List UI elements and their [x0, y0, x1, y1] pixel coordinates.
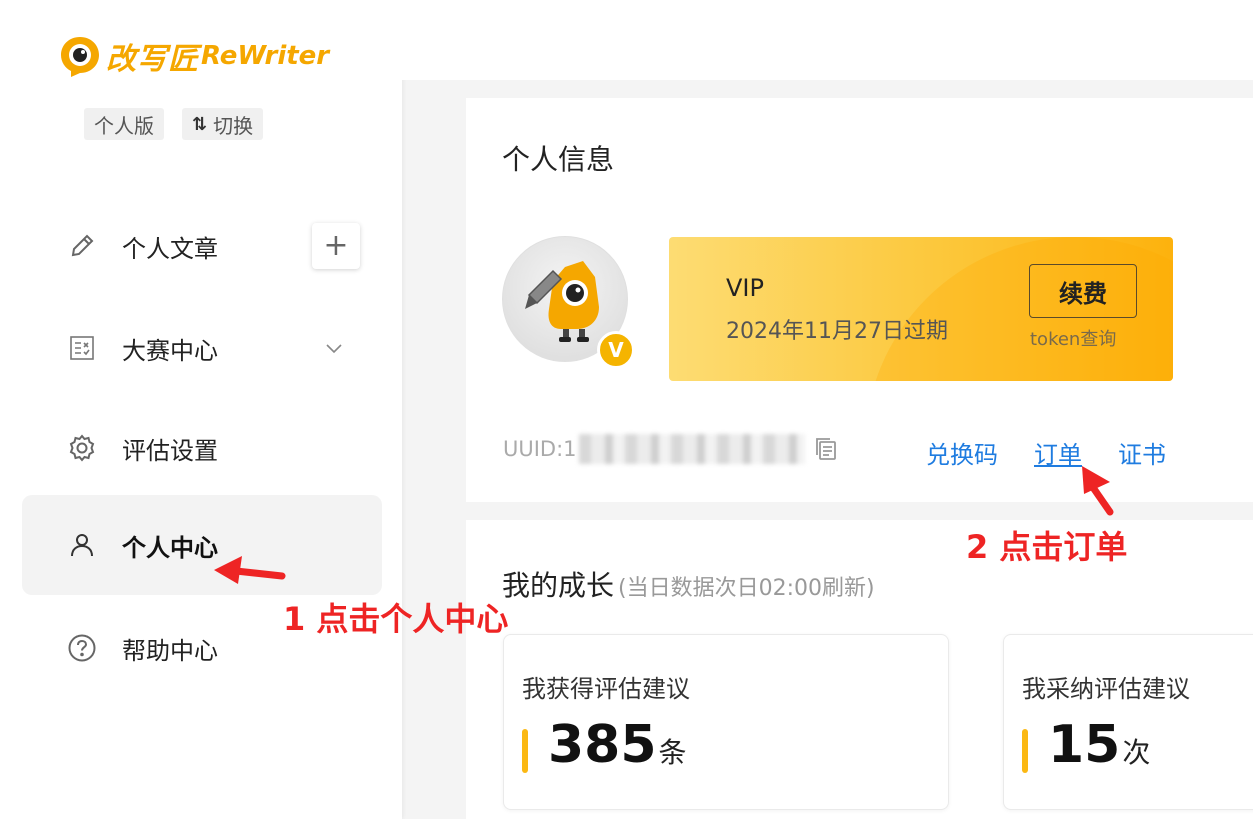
growth-title-text: 我的成长 — [502, 569, 615, 602]
brand-name-en: ReWriter — [201, 41, 330, 71]
growth-card: 我的成长 (当日数据次日02:00刷新) 我获得评估建议 385条 我采纳评估建议… — [466, 520, 1253, 819]
sidebar-item-label: 大赛中心 — [122, 336, 218, 365]
stat-card-suggestions-received: 我获得评估建议 385条 — [503, 634, 949, 810]
vip-panel: VIP 2024年11月27日过期 续费 token查询 — [669, 237, 1173, 381]
stat-accent-bar — [522, 729, 528, 773]
stat-number: 385 — [548, 715, 657, 775]
sidebar-item-personal-center[interactable]: 个人中心 — [22, 495, 382, 595]
logo-mark-icon — [58, 34, 102, 78]
certificate-link[interactable]: 证书 — [1118, 435, 1166, 470]
user-icon — [66, 529, 98, 561]
switch-icon: ⇅ — [192, 113, 208, 135]
stat-accent-bar — [1022, 729, 1028, 773]
annotation-step-2: 2 点击订单 — [966, 528, 1128, 566]
brand-name-cn: 改写匠 — [106, 42, 199, 77]
stat-number: 15 — [1048, 715, 1121, 775]
stat-unit: 次 — [1122, 736, 1151, 769]
annotation-step-1: 1 点击个人中心 — [283, 600, 509, 638]
sidebar-item-label: 帮助中心 — [122, 636, 218, 665]
sidebar-item-articles[interactable]: 个人文章 + — [22, 196, 382, 296]
personal-info-title: 个人信息 — [502, 143, 615, 176]
copy-icon[interactable] — [813, 436, 839, 462]
switch-label: 切换 — [213, 113, 254, 138]
stat-value: 385条 — [548, 719, 687, 771]
edition-chip: 个人版 — [84, 108, 164, 140]
sidebar-item-contest[interactable]: 大赛中心 — [22, 298, 382, 398]
vip-title: VIP — [726, 274, 764, 302]
edition-row: 个人版 ⇅ 切换 — [84, 108, 264, 140]
edition-label: 个人版 — [94, 113, 154, 138]
top-bar — [402, 0, 1253, 80]
stat-value: 15次 — [1048, 719, 1150, 771]
token-query-link[interactable]: token查询 — [1030, 325, 1116, 351]
renew-button[interactable]: 续费 — [1029, 264, 1137, 318]
pencil-icon — [66, 230, 98, 262]
uuid-label: UUID:1 — [503, 437, 577, 461]
annotation-arrow-1-icon — [214, 556, 286, 584]
chevron-down-icon[interactable] — [322, 336, 346, 360]
stat-card-suggestions-adopted: 我采纳评估建议 15次 — [1003, 634, 1253, 810]
growth-title: 我的成长 (当日数据次日02:00刷新) — [502, 564, 875, 604]
vip-badge: V — [597, 331, 635, 369]
contest-icon — [66, 332, 98, 364]
help-icon — [66, 632, 98, 664]
stat-label: 我采纳评估建议 — [1022, 675, 1190, 703]
sidebar-item-label: 个人中心 — [122, 533, 218, 562]
add-article-button[interactable]: + — [312, 223, 360, 269]
uuid-row: UUID:1 — [503, 434, 839, 464]
account-links: 兑换码 订单 证书 — [926, 435, 1166, 470]
vip-expire-date: 2024年11月27日过期 — [726, 319, 948, 344]
sidebar-item-label: 个人文章 — [122, 234, 218, 263]
stat-label: 我获得评估建议 — [522, 675, 690, 703]
personal-info-card: 个人信息 V VIP 2024年11月27日过期 续费 token查询 UUID… — [466, 98, 1253, 502]
logo[interactable]: 改写匠 ReWriter — [58, 32, 329, 80]
sidebar: 改写匠 ReWriter 个人版 ⇅ 切换 个人文章 + 大赛中心 评估设置 个… — [0, 0, 402, 819]
gear-icon — [66, 432, 98, 464]
sidebar-item-eval-settings[interactable]: 评估设置 — [22, 398, 382, 498]
avatar[interactable]: V — [502, 236, 635, 369]
annotation-arrow-2-icon — [1082, 466, 1114, 516]
orders-link[interactable]: 订单 — [1034, 435, 1082, 470]
sidebar-item-label: 评估设置 — [122, 436, 218, 465]
redeem-code-link[interactable]: 兑换码 — [926, 435, 998, 470]
switch-edition-button[interactable]: ⇅ 切换 — [182, 108, 264, 140]
stat-unit: 条 — [658, 736, 687, 769]
uuid-value-redacted — [578, 434, 805, 464]
growth-refresh-note: (当日数据次日02:00刷新) — [618, 576, 875, 601]
